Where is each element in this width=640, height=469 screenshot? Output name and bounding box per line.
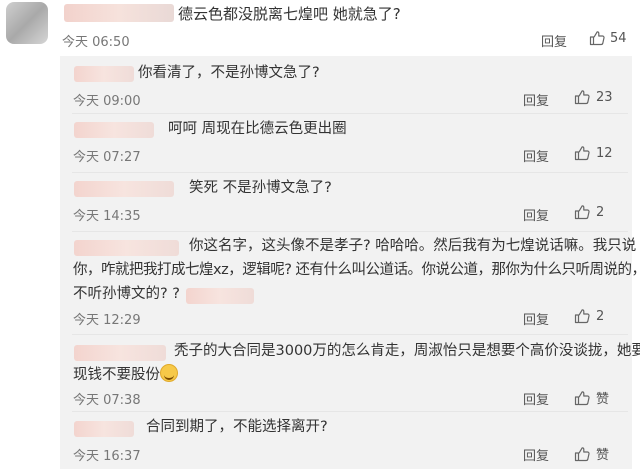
like-count: 23 — [596, 89, 613, 105]
divider — [72, 113, 628, 114]
reply-text-line-1: 你这名字，这头像不是孝子? 哈哈哈。然后我有为七煌说话嘛。我只说 — [189, 238, 637, 254]
divider — [72, 411, 628, 412]
username-blurred[interactable] — [74, 240, 179, 256]
reply-time: 今天 07:27 — [73, 150, 141, 165]
reply-item: 你这名字，这头像不是孝子? 哈哈哈。然后我有为七煌说话嘛。我只说 你，咋就把我打… — [60, 233, 640, 334]
divider — [72, 231, 628, 232]
like-count: 2 — [596, 204, 605, 220]
reply-button[interactable]: 回复 — [523, 146, 549, 165]
like-button[interactable]: 2 — [574, 204, 604, 220]
thumbs-up-icon — [574, 146, 590, 161]
replies-list: 你看清了，不是孙博文急了? 今天 09:00 回复 23 呵呵 周现在比德云色更… — [60, 56, 640, 469]
username-blurred[interactable] — [74, 421, 134, 437]
reply-button[interactable]: 回复 — [523, 90, 549, 109]
username-blurred[interactable] — [74, 181, 174, 197]
like-count: 12 — [596, 145, 613, 161]
divider — [72, 334, 628, 335]
divider — [72, 172, 628, 173]
comment-time: 今天 06:50 — [62, 35, 130, 50]
reply-text: 合同到期了，不能选择离开? — [146, 419, 328, 435]
reply-time: 今天 12:29 — [73, 313, 141, 328]
username-blurred-mention — [186, 288, 254, 304]
reply-text-line-1: 秃子的大合同是3000万的怎么肯走，周淑怡只是想要个高价没谈拢，她要 — [174, 343, 640, 359]
username-blurred[interactable] — [74, 345, 166, 361]
reply-text-line-2-content: 现钱不要股份 — [73, 367, 160, 383]
like-label: 赞 — [596, 392, 610, 407]
thumbs-up-icon — [574, 446, 590, 461]
thumbs-up-icon — [574, 90, 590, 105]
reply-time: 今天 09:00 — [73, 94, 141, 109]
like-button[interactable]: 赞 — [574, 444, 609, 463]
like-button[interactable]: 12 — [574, 145, 613, 161]
username-blurred[interactable] — [74, 66, 134, 82]
reply-item: 合同到期了，不能选择离开? 今天 16:37 回复 赞 — [60, 413, 632, 469]
reply-text: 笑死 不是孙博文急了? — [189, 180, 332, 196]
reply-button[interactable]: 回复 — [523, 309, 549, 328]
like-label: 赞 — [596, 448, 610, 463]
reply-text-line-3: 不听孙博文的? ? — [73, 286, 181, 302]
username-blurred[interactable] — [64, 4, 174, 22]
reply-item: 笑死 不是孙博文急了? 今天 14:35 回复 2 — [60, 174, 632, 230]
avatar[interactable] — [6, 2, 48, 44]
smile-emoji-icon — [160, 364, 178, 382]
reply-item: 秃子的大合同是3000万的怎么肯走，周淑怡只是想要个高价没谈拢，她要 现钱不要股… — [60, 336, 640, 411]
reply-item: 呵呵 周现在比德云色更出圈 今天 07:27 回复 12 — [60, 115, 632, 171]
like-button[interactable]: 23 — [574, 89, 613, 105]
thumbs-up-icon — [589, 31, 605, 46]
reply-time: 今天 14:35 — [73, 209, 141, 224]
thumbs-up-icon — [574, 205, 590, 220]
like-button[interactable]: 2 — [574, 308, 604, 324]
thumbs-up-icon — [574, 390, 590, 405]
like-button[interactable]: 赞 — [574, 388, 609, 407]
like-count: 54 — [610, 30, 627, 46]
comment-text: 德云色都没脱离七煌吧 她就急了? — [178, 5, 401, 23]
reply-text-line-2: 现钱不要股份 — [73, 363, 178, 387]
reply-text-line-2: 你，咋就把我打成七煌xz，逻辑呢? 还有什么叫公道话。你说公道，那你为什么只听周… — [73, 262, 640, 278]
reply-time: 今天 16:37 — [73, 449, 141, 464]
reply-text: 你看清了，不是孙博文急了? — [138, 65, 320, 81]
reply-button[interactable]: 回复 — [523, 389, 549, 408]
reply-item: 你看清了，不是孙博文急了? 今天 09:00 回复 23 — [60, 56, 632, 112]
reply-button[interactable]: 回复 — [541, 31, 567, 50]
reply-time: 今天 07:38 — [73, 393, 141, 408]
like-count: 2 — [596, 308, 605, 324]
username-blurred[interactable] — [74, 122, 154, 138]
thumbs-up-icon — [574, 309, 590, 324]
reply-button[interactable]: 回复 — [523, 205, 549, 224]
like-button[interactable]: 54 — [589, 30, 627, 46]
reply-text: 呵呵 周现在比德云色更出圈 — [168, 121, 347, 137]
reply-button[interactable]: 回复 — [523, 445, 549, 464]
top-comment: 德云色都没脱离七煌吧 她就急了? 今天 06:50 回复 54 — [0, 0, 640, 56]
